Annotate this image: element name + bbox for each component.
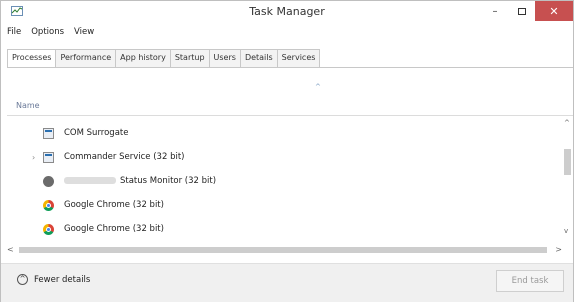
tab-details[interactable]: Details xyxy=(239,49,278,67)
exe-icon xyxy=(43,127,54,139)
maximize-button[interactable] xyxy=(509,1,535,21)
tab-strip: Processes Performance App history Startu… xyxy=(7,49,321,68)
fewer-details-link[interactable]: ^ Fewer details xyxy=(17,274,90,285)
redacted-text xyxy=(64,177,116,184)
tab-processes[interactable]: Processes xyxy=(7,49,57,68)
menu-view[interactable]: View xyxy=(74,27,94,41)
scroll-down-icon[interactable]: v xyxy=(564,227,568,235)
menu-file[interactable]: File xyxy=(7,27,21,41)
process-row[interactable]: Google Chrome (32 bit) xyxy=(7,217,562,241)
maximize-icon xyxy=(518,7,526,15)
menu-bar: File Options View xyxy=(7,27,94,41)
process-name: Commander Service (32 bit) xyxy=(64,152,185,162)
process-name-wrapper: Status Monitor (32 bit) xyxy=(64,176,216,186)
scroll-left-icon[interactable]: < xyxy=(7,245,14,254)
scroll-up-icon[interactable]: ^ xyxy=(564,119,570,127)
horizontal-scrollbar[interactable]: < > xyxy=(7,245,562,255)
title-bar[interactable]: Task Manager – ✕ xyxy=(1,1,573,23)
tab-performance[interactable]: Performance xyxy=(55,49,117,67)
horizontal-scroll-thumb[interactable] xyxy=(19,247,547,253)
tab-app-history[interactable]: App history xyxy=(115,49,171,67)
process-row[interactable]: Status Monitor (32 bit) xyxy=(7,169,562,193)
process-row[interactable]: Google Chrome (32 bit) xyxy=(7,193,562,217)
process-name: Status Monitor (32 bit) xyxy=(120,176,217,186)
sort-indicator-icon[interactable]: ^ xyxy=(315,83,321,91)
vertical-scroll-thumb[interactable] xyxy=(564,149,571,175)
scroll-right-icon[interactable]: > xyxy=(555,245,562,254)
collapse-up-icon: ^ xyxy=(17,274,28,285)
tab-divider xyxy=(7,67,573,68)
minimize-button[interactable]: – xyxy=(481,1,509,21)
monitor-icon xyxy=(43,175,54,187)
process-name: Google Chrome (32 bit) xyxy=(64,200,164,210)
process-name: COM Surrogate xyxy=(64,128,129,138)
header-divider xyxy=(7,115,573,116)
fewer-details-label: Fewer details xyxy=(34,274,91,285)
tab-services[interactable]: Services xyxy=(276,49,321,67)
chrome-icon xyxy=(43,199,54,211)
task-manager-window: Task Manager – ✕ File Options View Proce… xyxy=(0,0,574,302)
exe-icon xyxy=(43,151,54,163)
column-header-name[interactable]: Name xyxy=(16,101,40,110)
process-row[interactable]: COM Surrogate xyxy=(7,121,562,145)
expand-chevron-icon[interactable]: › xyxy=(32,153,35,162)
menu-options[interactable]: Options xyxy=(31,27,64,41)
tab-users[interactable]: Users xyxy=(208,49,241,67)
close-button[interactable]: ✕ xyxy=(535,1,573,21)
process-name: Google Chrome (32 bit) xyxy=(64,224,164,234)
footer-bar: ^ Fewer details End task xyxy=(1,263,573,302)
process-row[interactable]: › Commander Service (32 bit) xyxy=(7,145,562,169)
chrome-icon xyxy=(43,223,54,235)
vertical-scrollbar[interactable]: ^ v xyxy=(562,119,573,241)
end-task-button[interactable]: End task xyxy=(496,270,564,292)
tab-startup[interactable]: Startup xyxy=(169,49,210,67)
